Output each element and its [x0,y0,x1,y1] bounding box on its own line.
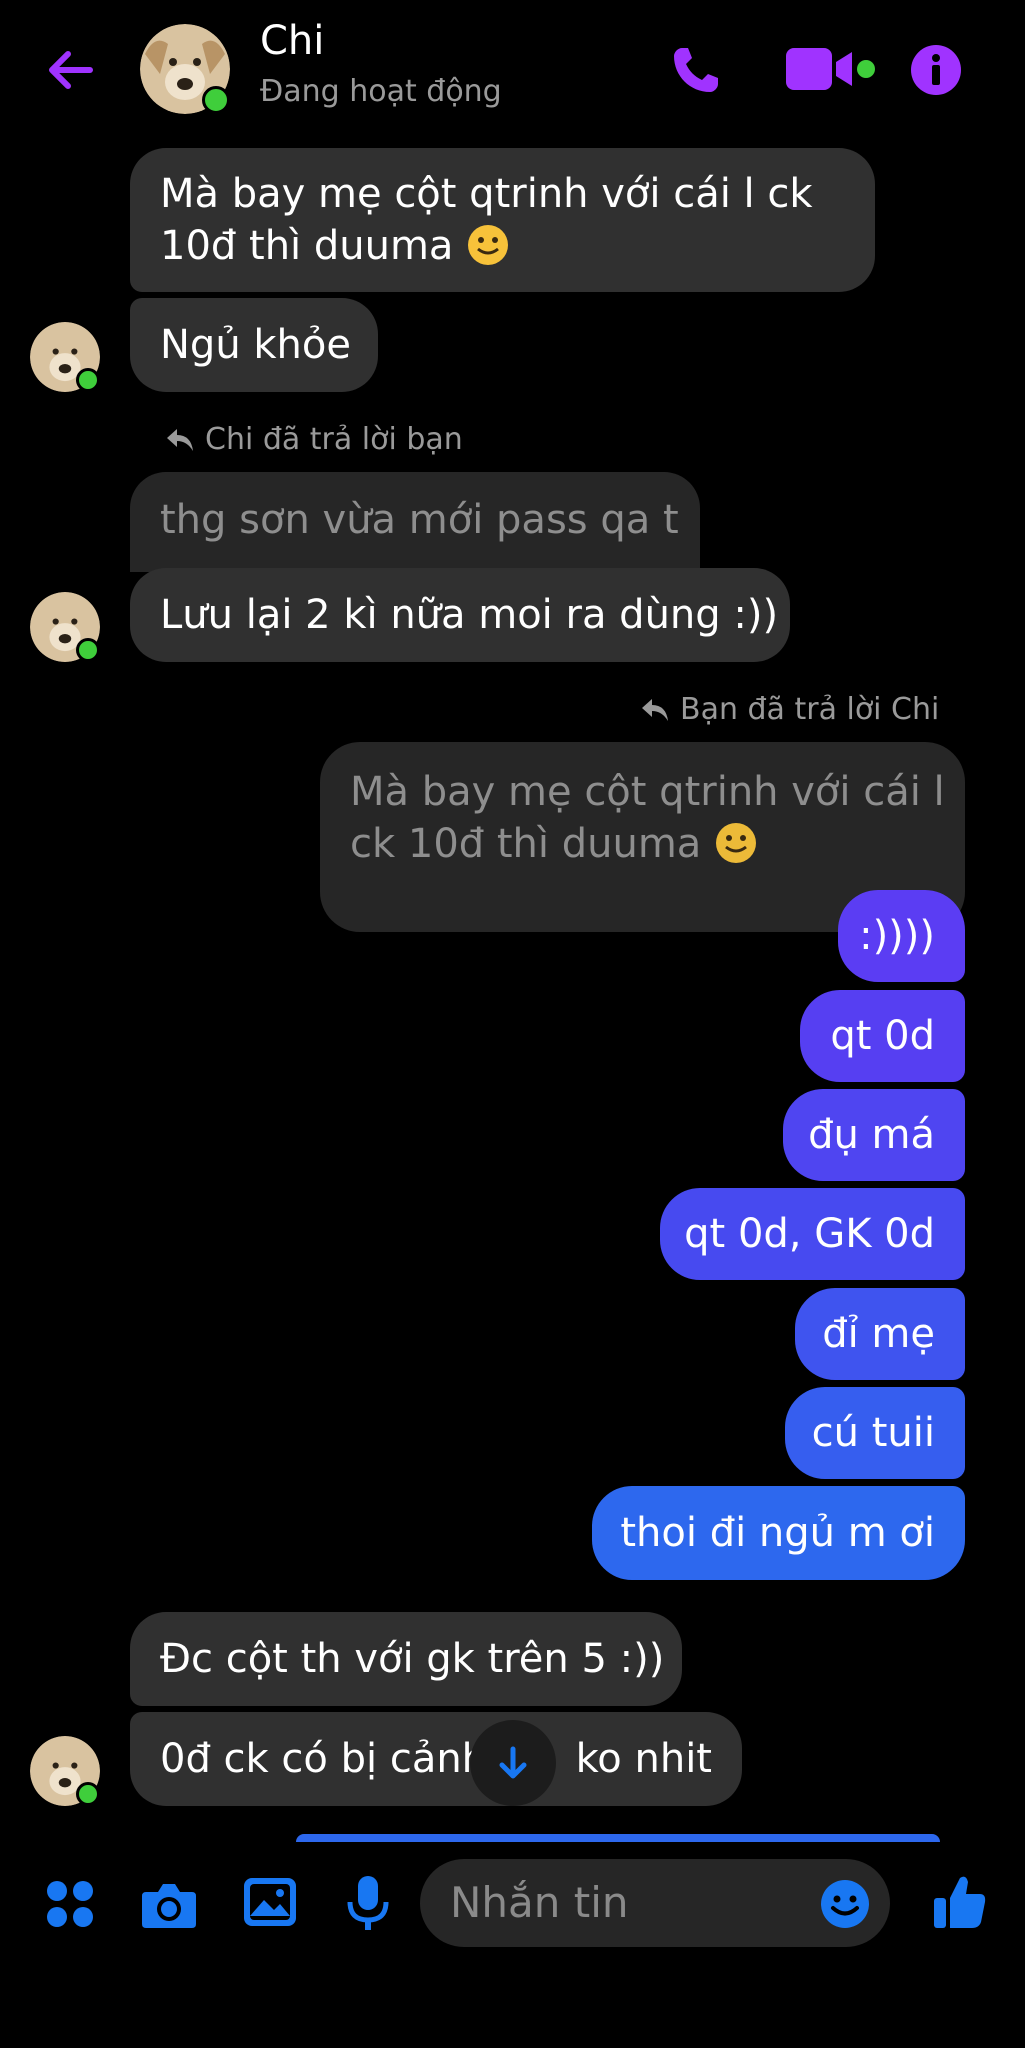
active-status: Đang hoạt động [260,74,502,109]
sender-avatar[interactable] [30,322,100,392]
message-text: thoi đi ngủ m ơi [620,1510,935,1556]
image-icon [244,1878,296,1926]
message-text: :)))) [859,913,935,959]
incoming-message[interactable]: Đc cột th với gk trên 5 :)) [130,1612,682,1706]
partial-outgoing-message [296,1834,940,1842]
message-text: Lưu lại 2 kì nữa moi ra dùng :)) [160,592,779,638]
back-arrow-icon [49,51,93,89]
camera-button[interactable] [140,1876,198,1932]
incoming-message[interactable]: Ngủ khỏe [130,298,378,392]
voice-button[interactable] [346,1874,390,1934]
outgoing-message[interactable]: cú tuii [785,1387,965,1479]
message-text: qt 0d, GK 0d [684,1211,935,1257]
quoted-text-line2: ck 10đ thì duuma [350,818,758,870]
sender-avatar[interactable] [30,592,100,662]
online-indicator [76,1782,100,1806]
message-text: đỉ mẹ [822,1311,935,1357]
message-text: Ngủ khỏe [160,322,351,368]
message-text-line2: 10đ thì duuma [160,220,510,272]
quoted-message[interactable]: thg sơn vừa mới pass qa t [130,472,700,572]
reply-icon [167,428,193,451]
reply-icon [642,698,668,721]
emoji-icon [821,1880,869,1928]
contact-avatar[interactable] [140,24,230,114]
reply-indicator: Bạn đã trả lời Chi [640,692,939,727]
online-indicator [76,638,100,662]
call-button[interactable] [668,42,724,98]
incoming-message[interactable]: Mà bay mẹ cột qtrinh với cái l ck 10đ th… [130,148,875,292]
phone-icon [674,48,718,92]
message-text: 0đ ck có bị cảnh [160,1736,488,1782]
apps-grid-icon [47,1881,93,1927]
contact-name[interactable]: Chi [260,18,324,64]
slight-smile-emoji-icon [716,823,757,863]
slight-smile-emoji-icon [468,225,509,265]
back-button[interactable] [40,40,100,100]
message-text: Đc cột th với gk trên 5 :)) [160,1636,665,1682]
sender-avatar[interactable] [30,1736,100,1806]
outgoing-message[interactable]: :)))) [838,890,965,982]
message-text-tail: ko nhit [575,1736,712,1782]
incoming-message[interactable]: Lưu lại 2 kì nữa moi ra dùng :)) [130,568,790,662]
outgoing-message[interactable]: đỉ mẹ [795,1288,965,1380]
info-icon [911,45,961,95]
arrow-down-icon [499,1746,527,1779]
camera-icon [142,1884,196,1928]
outgoing-message[interactable]: qt 0d, GK 0d [660,1188,965,1280]
message-text: đụ má [808,1112,935,1158]
quoted-text: thg sơn vừa mới pass qa t [160,497,679,543]
online-indicator [202,86,230,114]
message-text: qt 0d [830,1013,935,1059]
video-icon [786,48,875,90]
outgoing-message[interactable]: qt 0d [800,990,965,1082]
online-indicator [76,368,100,392]
info-button[interactable] [910,44,962,96]
message-text: cú tuii [811,1410,935,1456]
like-button[interactable] [932,1872,988,1932]
reply-indicator: Chi đã trả lời bạn [165,422,463,457]
gallery-button[interactable] [242,1876,298,1928]
quoted-text: Mà bay mẹ cột qtrinh với cái l [350,769,945,815]
message-text: Mà bay mẹ cột qtrinh với cái l ck [160,171,813,217]
outgoing-message[interactable]: đụ má [783,1089,965,1181]
message-input-placeholder: Nhắn tin [450,1878,629,1927]
video-call-button[interactable] [784,44,880,94]
thumbs-up-icon [934,1876,986,1928]
emoji-button[interactable] [820,1879,870,1929]
apps-button[interactable] [44,1878,96,1930]
scroll-to-bottom-button[interactable] [470,1720,556,1806]
incoming-message[interactable]: 0đ ck có bị cảnh ko nhit [130,1712,742,1806]
microphone-icon [347,1876,389,1930]
outgoing-message[interactable]: thoi đi ngủ m ơi [592,1486,965,1580]
